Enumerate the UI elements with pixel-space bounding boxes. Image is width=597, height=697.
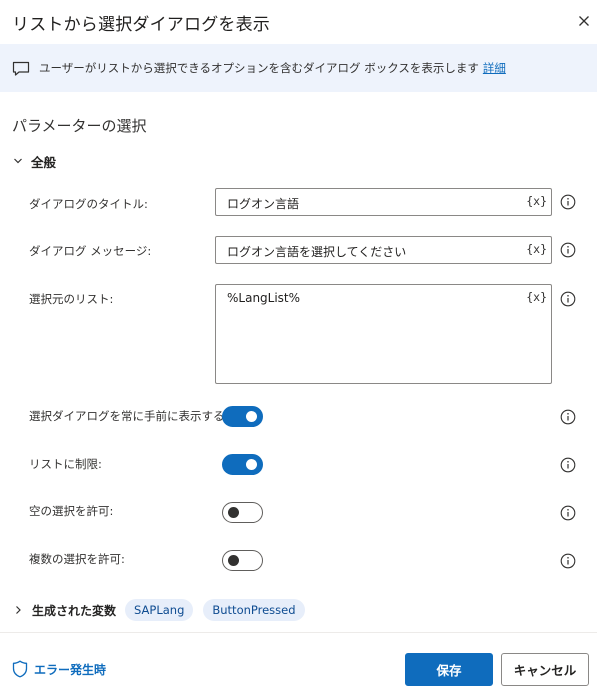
limit-to-list-toggle[interactable]: [222, 454, 263, 475]
list-source-input[interactable]: %LangList% {x}: [215, 284, 552, 384]
info-icon[interactable]: [560, 553, 576, 569]
dialog-title-value: ログオン言語: [227, 197, 300, 211]
info-icon[interactable]: [560, 457, 576, 473]
details-link[interactable]: 詳細: [483, 61, 506, 75]
banner-text: ユーザーがリストから選択できるオプションを含むダイアログ ボックスを表示します: [39, 61, 479, 75]
dialog-title-input[interactable]: ログオン言語 {x}: [215, 188, 552, 216]
info-icon[interactable]: [560, 409, 576, 425]
general-group-toggle[interactable]: 全般: [13, 152, 56, 170]
save-button[interactable]: 保存: [405, 653, 493, 686]
toggle-knob: [228, 507, 239, 518]
variable-button[interactable]: {x}: [526, 290, 547, 304]
allow-empty-label: 空の選択を許可:: [29, 504, 114, 518]
always-on-top-toggle[interactable]: [222, 406, 263, 427]
dialog-title-label: ダイアログのタイトル:: [29, 197, 148, 211]
chevron-right-icon[interactable]: [13, 605, 23, 615]
allow-multiple-toggle[interactable]: [222, 550, 263, 571]
info-icon[interactable]: [560, 242, 576, 258]
variable-button[interactable]: {x}: [526, 194, 547, 208]
list-source-value: %LangList%: [227, 291, 301, 305]
produced-variables: 生成された変数 SAPLang ButtonPressed: [13, 598, 315, 622]
toggle-knob: [246, 411, 257, 422]
info-icon[interactable]: [560, 505, 576, 521]
dialog-title: リストから選択ダイアログを表示: [12, 15, 270, 35]
on-error-label: エラー発生時: [34, 662, 107, 677]
allow-empty-toggle[interactable]: [222, 502, 263, 523]
dialog-message-label: ダイアログ メッセージ:: [29, 244, 152, 258]
cancel-button[interactable]: キャンセル: [501, 653, 589, 686]
dialog-message-value: ログオン言語を選択してください: [227, 245, 407, 259]
banner-description: ユーザーがリストから選択できるオプションを含むダイアログ ボックスを表示します詳…: [39, 60, 506, 76]
close-icon[interactable]: [574, 11, 594, 31]
info-icon[interactable]: [560, 291, 576, 307]
info-icon[interactable]: [560, 194, 576, 210]
list-source-label: 選択元のリスト:: [29, 292, 114, 306]
general-group-label: 全般: [31, 154, 57, 170]
limit-to-list-label: リストに制限:: [29, 457, 102, 471]
dialog-message-input[interactable]: ログオン言語を選択してください {x}: [215, 236, 552, 264]
dialog: リストから選択ダイアログを表示 ユーザーがリストから選択できるオプションを含むダ…: [0, 0, 597, 697]
variable-chip-buttonpressed[interactable]: ButtonPressed: [203, 599, 305, 621]
chevron-down-icon: [14, 158, 22, 164]
section-title: パラメーターの選択: [12, 117, 147, 135]
info-banner: ユーザーがリストから選択できるオプションを含むダイアログ ボックスを表示します詳…: [0, 44, 597, 92]
toggle-knob: [246, 459, 257, 470]
variable-button[interactable]: {x}: [526, 242, 547, 256]
allow-multiple-label: 複数の選択を許可:: [29, 552, 125, 566]
footer-divider: [0, 632, 597, 633]
always-on-top-label: 選択ダイアログを常に手前に表示する:: [29, 409, 229, 423]
on-error-link[interactable]: エラー発生時: [12, 660, 106, 678]
variable-chip-saplang[interactable]: SAPLang: [125, 599, 194, 621]
toggle-knob: [228, 555, 239, 566]
produced-variables-label: 生成された変数: [32, 603, 117, 618]
shield-icon: [12, 660, 28, 678]
chat-icon: [12, 61, 30, 76]
